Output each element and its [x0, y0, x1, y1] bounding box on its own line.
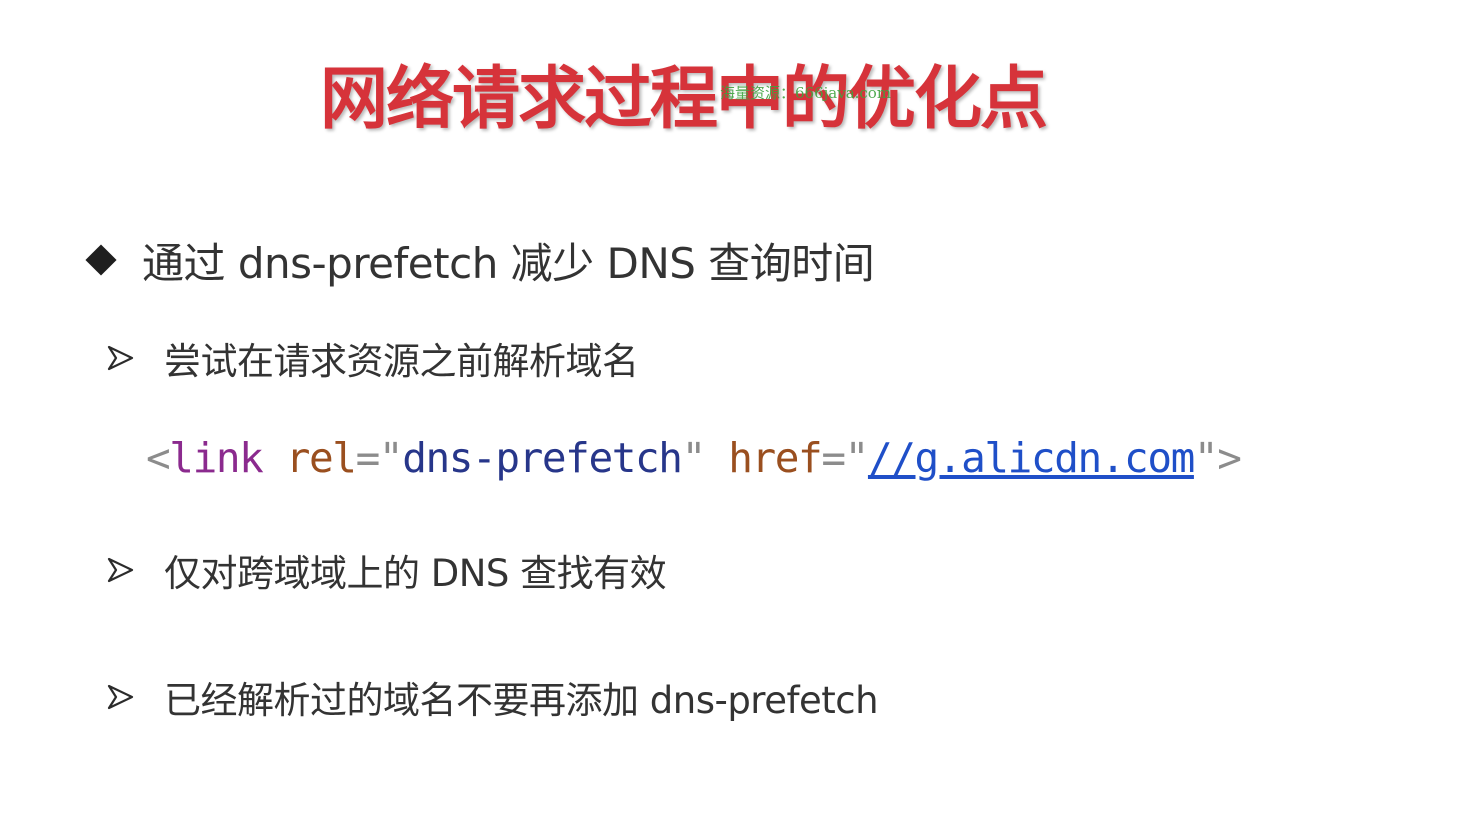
- arrowhead-bullet-icon: [107, 684, 134, 710]
- code-quote: ": [681, 434, 707, 482]
- code-quote: ": [844, 434, 870, 482]
- slide-title: 网络请求过程中的优化点: [320, 60, 1048, 139]
- watermark: 海量资源：666java.com: [720, 84, 892, 102]
- code-value-rel: dns-prefetch: [402, 434, 683, 482]
- slide: 网络请求过程中的优化点 海量资源：666java.com 通过 dns-pref…: [0, 0, 1472, 815]
- code-href-link[interactable]: //g.alicdn.com: [868, 434, 1195, 482]
- code-attr-rel: rel: [285, 434, 357, 482]
- sub-bullet-text: 仅对跨域域上的 DNS 查找有效: [164, 552, 667, 595]
- arrowhead-bullet-icon: [107, 557, 134, 583]
- sub-bullet-2: 仅对跨域域上的 DNS 查找有效: [106, 542, 667, 598]
- diamond-bullet-icon: [85, 244, 117, 276]
- code-quote: ": [1193, 434, 1219, 482]
- code-snippet: <link rel="dns-prefetch" href="//g.alicd…: [146, 430, 1242, 486]
- code-equals: =: [355, 434, 381, 482]
- sub-bullet-3: 已经解析过的域名不要再添加 dns-prefetch: [106, 669, 879, 725]
- code-equals: =: [821, 434, 846, 482]
- code-open-bracket: <: [146, 434, 171, 482]
- main-bullet-text: 通过 dns-prefetch 减少 DNS 查询时间: [142, 238, 875, 288]
- main-bullet: 通过 dns-prefetch 减少 DNS 查询时间: [82, 228, 875, 292]
- sub-bullet-text: 已经解析过的域名不要再添加 dns-prefetch: [164, 679, 879, 722]
- code-tag: link: [169, 434, 264, 482]
- sub-bullet-text: 尝试在请求资源之前解析域名: [164, 340, 639, 383]
- code-quote: ": [378, 434, 404, 482]
- sub-bullet-1: 尝试在请求资源之前解析域名: [106, 330, 639, 386]
- arrowhead-bullet-icon: [107, 345, 134, 371]
- code-attr-href: href: [728, 434, 823, 482]
- code-close-bracket: >: [1217, 434, 1242, 482]
